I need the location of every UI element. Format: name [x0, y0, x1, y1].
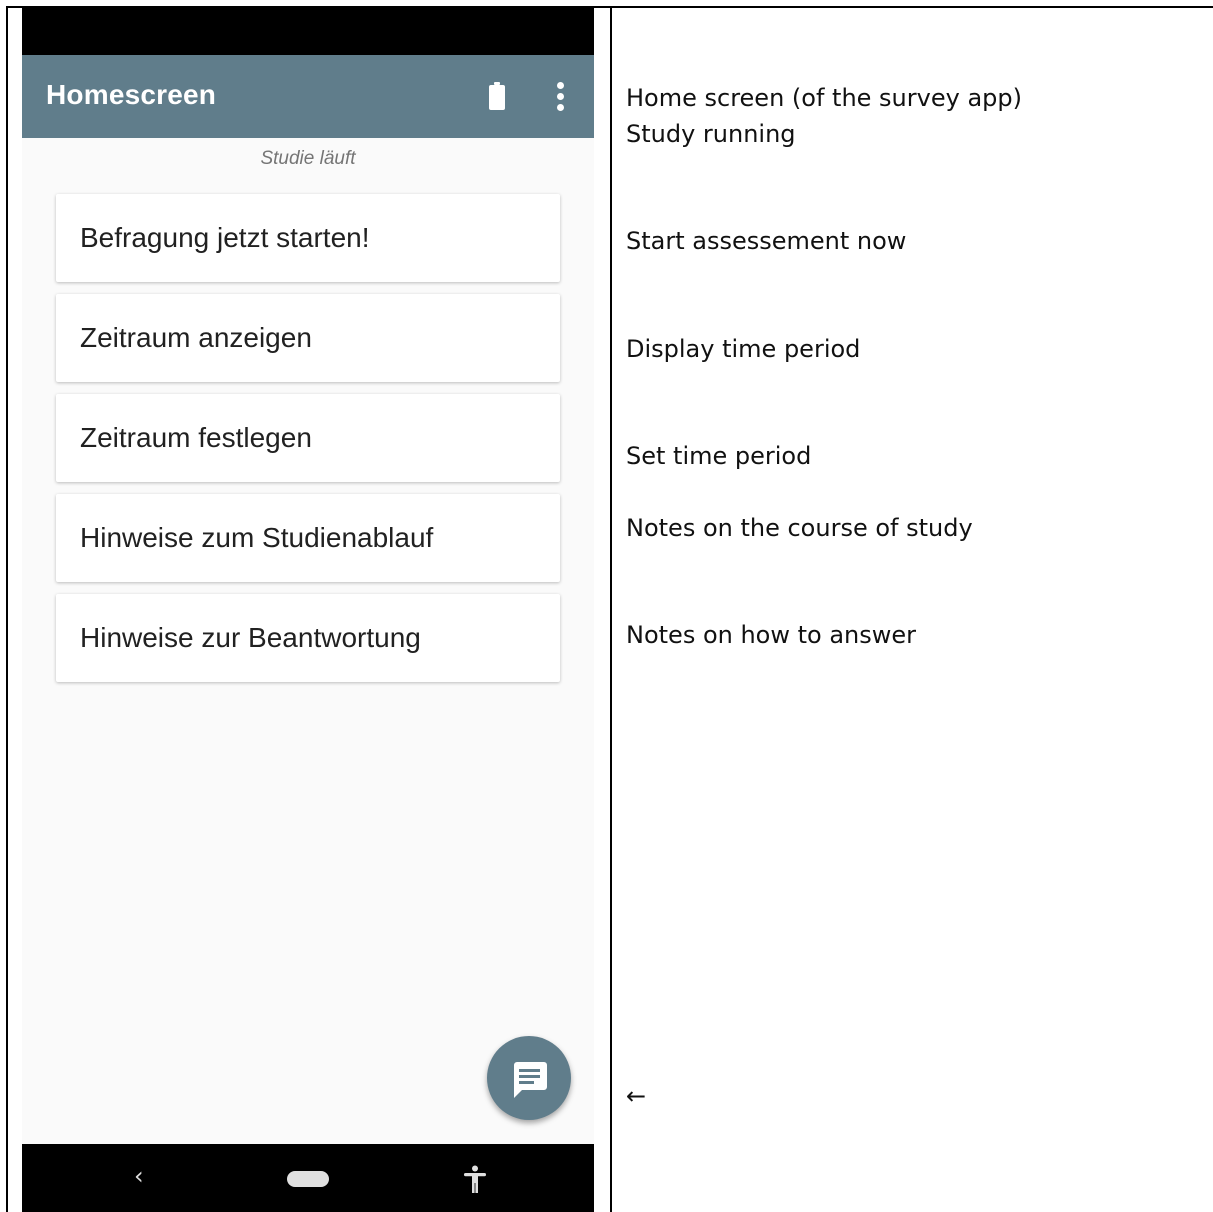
- status-bar: [22, 6, 594, 55]
- show-period-button[interactable]: Zeitraum anzeigen: [56, 294, 560, 382]
- table-border-left: [6, 6, 8, 1212]
- accessibility-icon[interactable]: [462, 1165, 488, 1195]
- label-display-period: Display time period: [626, 335, 861, 363]
- label-start-assessment: Start assessement now: [626, 227, 907, 255]
- home-pill-icon[interactable]: [287, 1171, 329, 1187]
- label-set-period: Set time period: [626, 442, 812, 470]
- table-border-middle: [610, 6, 612, 1212]
- phone-screenshot: Homescreen Studie läuft Befragung jetzt …: [22, 6, 594, 1212]
- app-title: Homescreen: [46, 79, 217, 110]
- navigation-bar: ‹: [22, 1144, 594, 1212]
- more-vert-icon[interactable]: [547, 80, 575, 114]
- study-notes-button[interactable]: Hinweise zum Studienablauf: [56, 494, 560, 582]
- arrow-left-icon: ←: [626, 1082, 647, 1110]
- battery-icon: [488, 82, 506, 112]
- label-home-screen: Home screen (of the survey app): [626, 84, 1022, 112]
- message-fab-button[interactable]: [487, 1036, 571, 1120]
- message-icon: [514, 1062, 547, 1098]
- study-status: Studie läuft: [260, 148, 356, 169]
- set-period-button[interactable]: Zeitraum festlegen: [56, 394, 560, 482]
- label-study-running: Study running: [626, 120, 796, 148]
- label-notes-answer: Notes on how to answer: [626, 621, 917, 649]
- start-survey-button[interactable]: Befragung jetzt starten!: [56, 194, 560, 282]
- back-chevron-icon[interactable]: ‹: [134, 1162, 144, 1190]
- app-bar: Homescreen: [22, 55, 594, 138]
- label-notes-course: Notes on the course of study: [626, 514, 973, 542]
- answer-notes-button[interactable]: Hinweise zur Beantwortung: [56, 594, 560, 682]
